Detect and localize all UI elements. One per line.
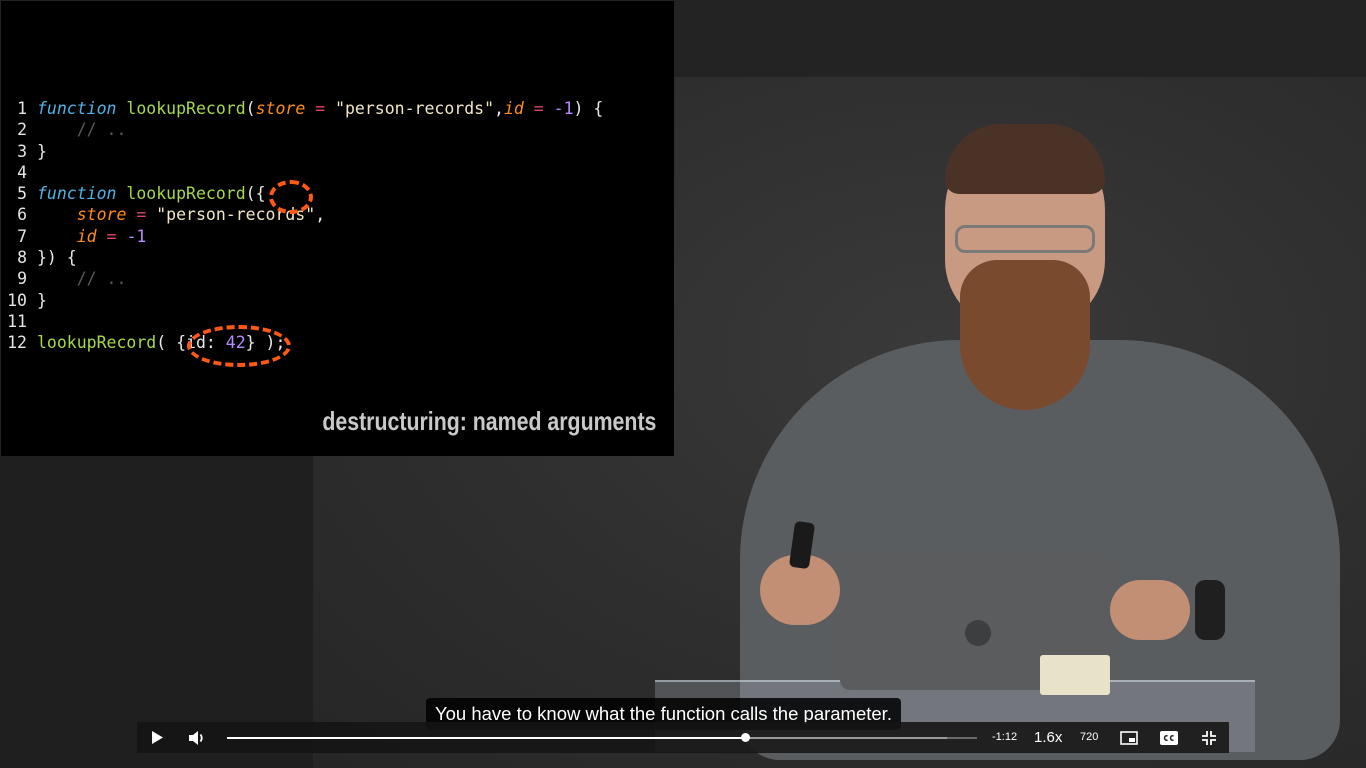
quality-button[interactable]: 720 [1080, 722, 1098, 753]
code-block: 1 function lookupRecord(store = "person-r… [1, 98, 603, 354]
video-frame[interactable]: 1 function lookupRecord(store = "person-r… [0, 0, 1366, 768]
code-token: function [37, 99, 117, 118]
code-line: 8 }) { [1, 247, 603, 268]
highlight-circle-argument [187, 325, 291, 367]
code-line: 7 id = -1 [1, 226, 603, 247]
code-token: = [523, 99, 554, 118]
code-line: 11 [1, 311, 603, 332]
code-token: = [96, 226, 127, 246]
line-number: 12 [7, 333, 27, 353]
laptop-sticker [1040, 655, 1110, 695]
code-line: 10} [1, 290, 603, 311]
code-token: ({ [245, 184, 266, 204]
presenter-glasses [955, 225, 1095, 253]
code-token: ( [245, 99, 256, 118]
code-line: 1 function lookupRecord(store = "person-r… [1, 98, 603, 119]
play-button[interactable] [145, 722, 169, 753]
code-token: }) { [37, 248, 77, 268]
picture-in-picture-button[interactable] [1117, 722, 1141, 753]
line-number: 11 [7, 311, 27, 331]
time-remaining: -1:12 [992, 731, 1018, 743]
code-token: // .. [37, 120, 127, 140]
code-token: = [305, 99, 336, 118]
code-token: store [255, 99, 306, 118]
code-token: -1 [126, 226, 147, 246]
played-range [227, 737, 746, 739]
line-number: 6 [17, 205, 27, 225]
code-token: id [503, 99, 524, 118]
line-number: 3 [17, 141, 27, 161]
line-number: 8 [17, 248, 27, 268]
presenter-hair [945, 124, 1105, 194]
volume-button[interactable] [184, 722, 210, 753]
code-token: } [37, 290, 47, 310]
highlight-circle-brace [269, 180, 313, 214]
play-icon [152, 731, 163, 744]
picture-in-picture-icon [1120, 730, 1138, 745]
presenter-right-hand [1110, 580, 1190, 640]
line-number: 5 [17, 184, 27, 204]
slide-inset: 1 function lookupRecord(store = "person-r… [1, 1, 674, 456]
line-number: 10 [7, 290, 27, 310]
line-number: 9 [17, 269, 27, 289]
code-token: } [37, 141, 47, 161]
code-line: 3} [1, 141, 603, 162]
line-number: 1 [17, 99, 27, 118]
code-token: = [126, 205, 157, 225]
code-line: 2 // .. [1, 119, 603, 140]
slide-caption: destructuring: named arguments [321, 406, 656, 436]
volume-icon [189, 730, 203, 745]
code-token: store [76, 205, 127, 225]
background-top [674, 0, 1366, 77]
code-token: , [315, 205, 326, 225]
code-token: function [37, 184, 117, 204]
seek-bar[interactable] [227, 733, 977, 742]
line-number: 7 [17, 226, 27, 246]
seek-handle[interactable] [740, 733, 750, 742]
code-token: id [76, 226, 97, 246]
playback-speed-button[interactable]: 1.6x [1034, 722, 1062, 753]
closed-captions-button[interactable] [1157, 722, 1181, 753]
line-number: 4 [17, 162, 27, 182]
code-token: -1 [553, 99, 574, 118]
code-token: lookupRecord [126, 184, 246, 204]
code-token: "person-records" [335, 99, 495, 118]
code-token: // .. [37, 269, 127, 289]
exit-fullscreen-icon [1202, 730, 1216, 745]
code-line: 9 // .. [1, 268, 603, 289]
code-token: lookupRecord [126, 99, 246, 118]
exit-fullscreen-button[interactable] [1197, 722, 1221, 753]
closed-captions-icon [1160, 730, 1178, 745]
player-control-bar: -1:12 1.6x 720 [137, 722, 1229, 753]
code-token: ) { [573, 99, 604, 118]
apple-logo-icon [965, 620, 991, 646]
presenter-beard [960, 260, 1090, 410]
line-number: 2 [17, 120, 27, 140]
presenter [655, 110, 1360, 760]
code-token: , [494, 99, 504, 118]
wristwatch [1195, 580, 1225, 640]
code-token: ( [156, 333, 177, 353]
code-token: lookupRecord [37, 333, 157, 353]
code-line: 12 lookupRecord( {id: 42} ); [1, 332, 603, 353]
code-line: 4 [1, 162, 603, 183]
